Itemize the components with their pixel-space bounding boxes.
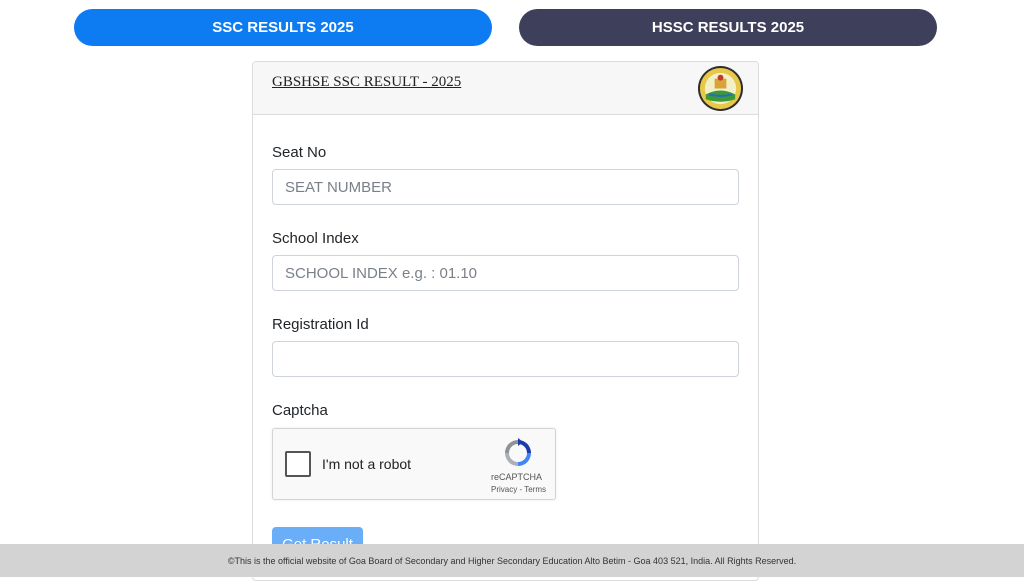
hssc-results-button[interactable]: HSSC RESULTS 2025 [519,9,937,46]
recaptcha-widget: I'm not a robot reCAPTCHA Privacy - Term… [272,428,556,500]
recaptcha-terms-link[interactable]: Terms [524,485,546,494]
ssc-results-button[interactable]: SSC RESULTS 2025 [74,9,492,46]
school-index-label: School Index [272,230,359,247]
registration-id-input[interactable] [272,341,739,377]
seat-no-label: Seat No [272,144,327,161]
results-tabs: SSC RESULTS 2025 HSSC RESULTS 2025 [0,9,1024,46]
recaptcha-links: Privacy - Terms [491,485,546,494]
recaptcha-privacy-link[interactable]: Privacy [491,485,517,494]
footer: ©This is the official website of Goa Boa… [0,544,1024,577]
recaptcha-logo-icon [505,438,531,466]
recaptcha-brand: reCAPTCHA [491,472,543,482]
recaptcha-checkbox[interactable] [285,451,311,477]
captcha-label: Captcha [272,402,328,419]
seat-no-input[interactable] [272,169,739,205]
card-header: GBSHSE SSC RESULT - 2025 [253,62,758,115]
recaptcha-checkbox-text: I'm not a robot [322,456,412,472]
school-index-input[interactable] [272,255,739,291]
footer-copyright: ©This is the official website of Goa Boa… [227,555,797,566]
result-form-card: GBSHSE SSC RESULT - 2025 Seat No School … [252,61,759,581]
card-title: GBSHSE SSC RESULT - 2025 [272,74,462,90]
board-emblem-icon [697,65,744,112]
registration-id-label: Registration Id [272,316,369,333]
